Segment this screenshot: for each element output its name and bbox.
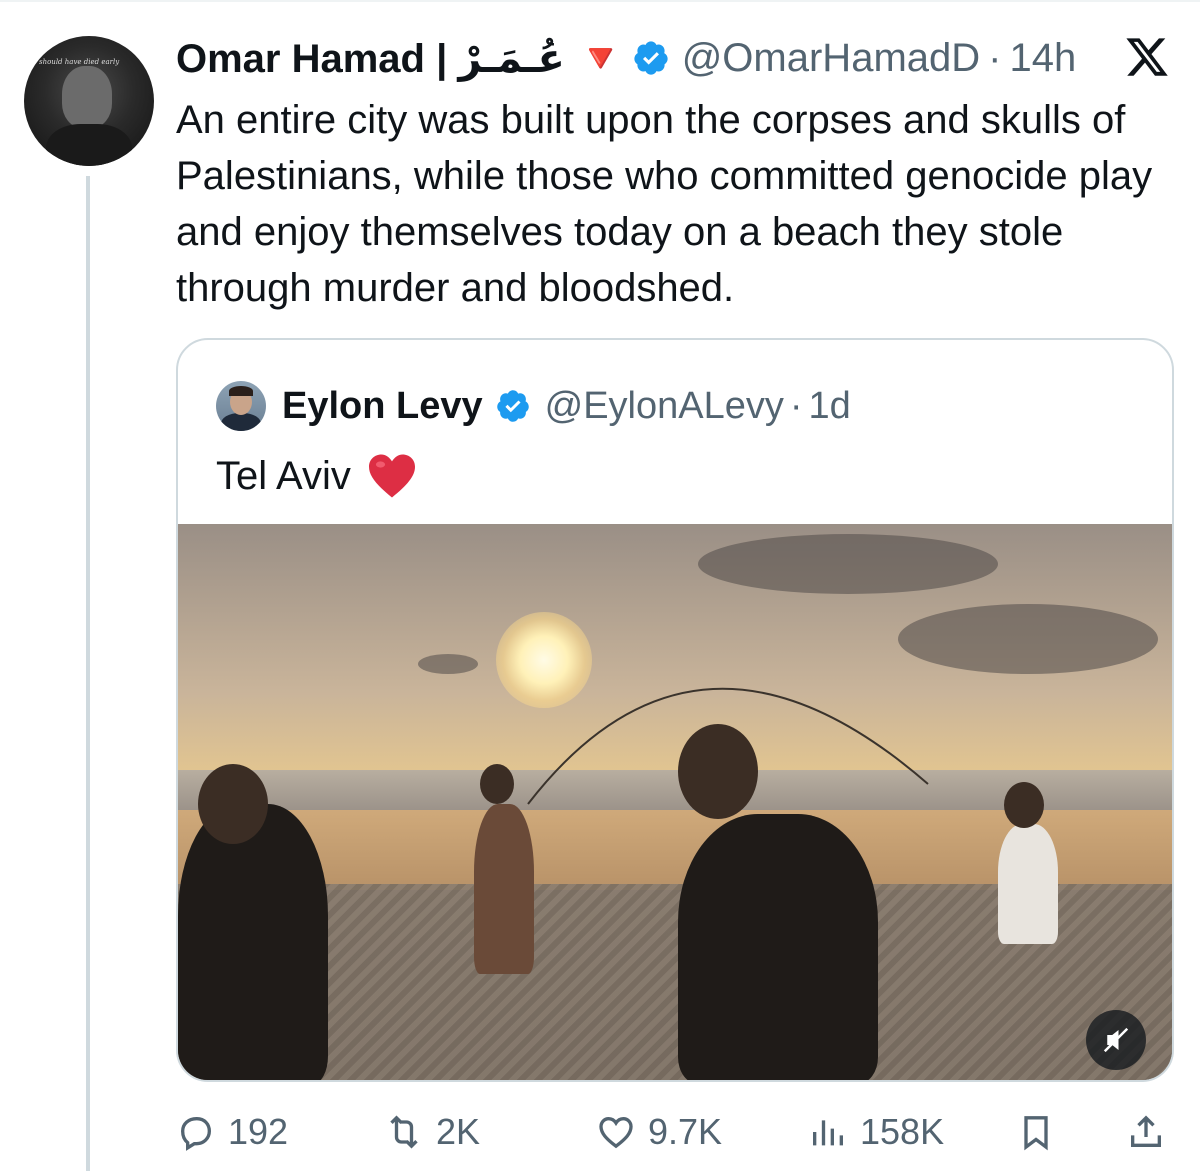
person-head xyxy=(678,724,758,819)
video-media[interactable] xyxy=(178,524,1172,1080)
quote-timestamp[interactable]: 1d xyxy=(809,385,851,428)
avatar-face xyxy=(62,66,112,128)
person-center xyxy=(678,814,878,1080)
separator-dot: · xyxy=(988,35,1002,80)
repost-icon xyxy=(390,1115,418,1149)
verified-badge-icon[interactable] xyxy=(495,388,531,424)
reply-button[interactable]: 192 xyxy=(176,1104,288,1160)
tweet-text: An entire city was built upon the corpse… xyxy=(176,98,1153,310)
like-button[interactable]: 9.7K xyxy=(596,1104,722,1160)
verified-badge-icon[interactable] xyxy=(632,39,670,77)
person-left xyxy=(178,804,328,1080)
bookmark-button[interactable] xyxy=(1016,1104,1056,1160)
speaker-muted-icon xyxy=(1103,1027,1129,1053)
reply-count: 192 xyxy=(228,1111,289,1152)
cloud xyxy=(698,534,998,594)
author-name[interactable]: Omar Hamad | عُـمَـرْ 🔻 xyxy=(176,35,626,82)
repost-count: 2K xyxy=(436,1111,481,1152)
action-bar: 192 2K 9.7K 158K xyxy=(176,1104,1176,1160)
repost-button[interactable]: 2K xyxy=(384,1104,480,1160)
mute-button[interactable] xyxy=(1086,1010,1146,1070)
heart-icon xyxy=(599,1116,633,1149)
author-handle[interactable]: @OmarHamadD xyxy=(682,36,980,81)
person-head xyxy=(198,764,268,844)
reply-bubble-icon xyxy=(180,1117,212,1151)
quote-author-avatar[interactable] xyxy=(216,381,266,431)
author-avatar[interactable]: I should have died early xyxy=(24,36,154,166)
separator-dot: · xyxy=(789,384,803,427)
like-count: 9.7K xyxy=(648,1111,723,1152)
quote-header: Eylon Levy @EylonALevy · 1d xyxy=(216,380,851,432)
views-button[interactable]: 158K xyxy=(808,1104,944,1160)
cloud xyxy=(418,654,478,674)
person-right xyxy=(998,824,1058,944)
quote-author-name[interactable]: Eylon Levy xyxy=(282,385,483,428)
top-divider xyxy=(0,0,1200,2)
bar-chart-icon xyxy=(813,1120,843,1146)
bookmark-icon xyxy=(1024,1116,1048,1151)
share-button[interactable] xyxy=(1126,1104,1166,1160)
tweet-header: Omar Hamad | عُـمَـرْ 🔻 @OmarHamadD · 14… xyxy=(176,30,1076,86)
red-heart-emoji xyxy=(368,454,415,498)
x-logo-icon xyxy=(1126,38,1168,76)
quote-text-content: Tel Aviv xyxy=(216,453,351,498)
share-upload-icon xyxy=(1131,1115,1161,1147)
timestamp[interactable]: 14h xyxy=(1009,36,1076,81)
thread-line xyxy=(86,176,90,1171)
avatar-caption: I should have died early xyxy=(34,58,120,66)
avatar-body xyxy=(46,124,132,166)
quote-text: Tel Aviv xyxy=(216,448,417,504)
quote-author-handle[interactable]: @EylonALevy xyxy=(545,385,784,428)
person-jumping-rope xyxy=(474,804,534,974)
person-head xyxy=(1004,782,1044,828)
person-head xyxy=(480,764,514,804)
view-count: 158K xyxy=(860,1111,945,1152)
quote-tweet-card[interactable]: Eylon Levy @EylonALevy · 1d Tel Aviv xyxy=(176,338,1174,1082)
